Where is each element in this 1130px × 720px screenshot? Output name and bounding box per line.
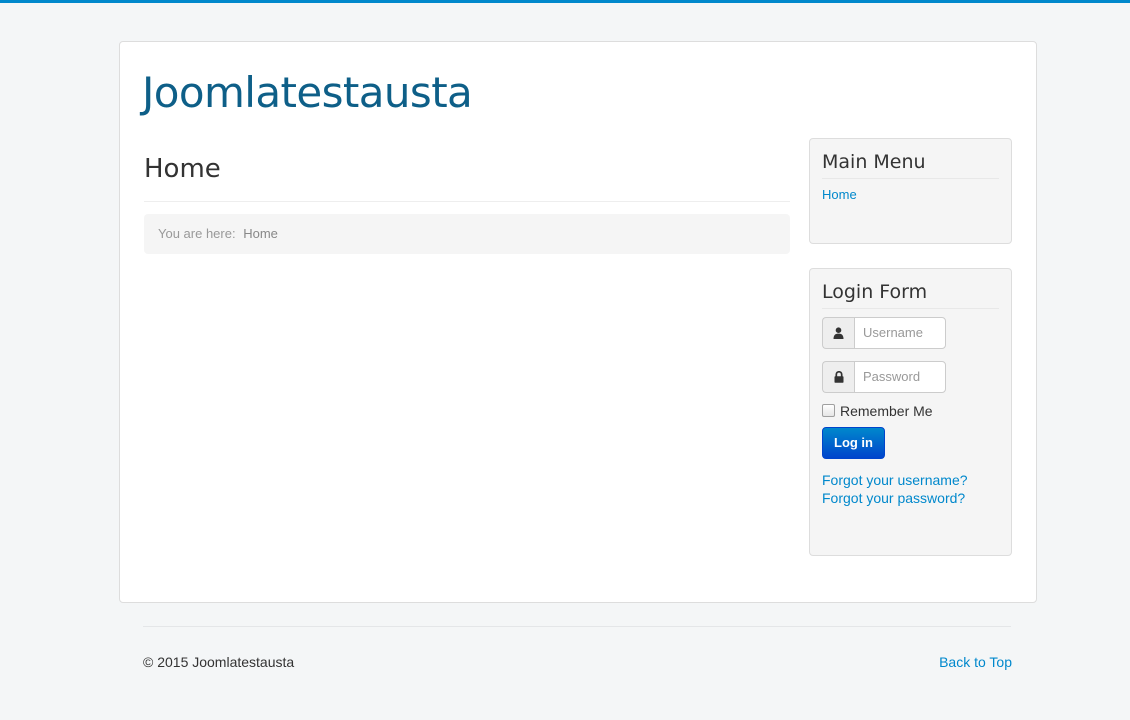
main-menu-title: Main Menu (822, 151, 999, 179)
user-icon (822, 316, 854, 349)
username-input[interactable] (854, 316, 946, 349)
page-container: Joomlatestausta Home You are here: Home … (119, 41, 1037, 603)
login-button[interactable]: Log in (822, 426, 885, 459)
login-form-module: Login Form Username Remember Me Log in F… (809, 268, 1012, 556)
breadcrumb: You are here: Home (144, 214, 790, 255)
login-form-title: Login Form (822, 281, 999, 309)
remember-me-checkbox[interactable] (822, 404, 835, 418)
breadcrumb-current: Home (243, 226, 278, 242)
back-to-top-link[interactable]: Back to Top (939, 654, 1012, 670)
main-menu-module: Main Menu Home (809, 138, 1012, 244)
forgot-username-link[interactable]: Forgot your username? (822, 471, 999, 489)
page-title: Home (144, 138, 790, 203)
sidebar: Main Menu Home Login Form Username Remem… (809, 138, 1012, 580)
menu-item-home[interactable]: Home (822, 187, 857, 202)
password-input[interactable] (854, 360, 946, 393)
forgot-password-link[interactable]: Forgot your password? (822, 489, 999, 507)
main-content: Home You are here: Home (144, 138, 790, 255)
username-group (822, 316, 999, 349)
breadcrumb-prefix: You are here: (158, 226, 236, 242)
lock-icon (822, 360, 854, 393)
footer-divider (143, 626, 1011, 627)
remember-me-label: Remember Me (840, 402, 933, 419)
remember-me[interactable]: Remember Me (822, 403, 999, 419)
site-title[interactable]: Joomlatestausta (142, 68, 473, 118)
login-links: Forgot your username? Forgot your passwo… (822, 471, 999, 507)
footer-copyright: © 2015 Joomlatestausta (143, 654, 295, 670)
password-group (822, 360, 999, 393)
